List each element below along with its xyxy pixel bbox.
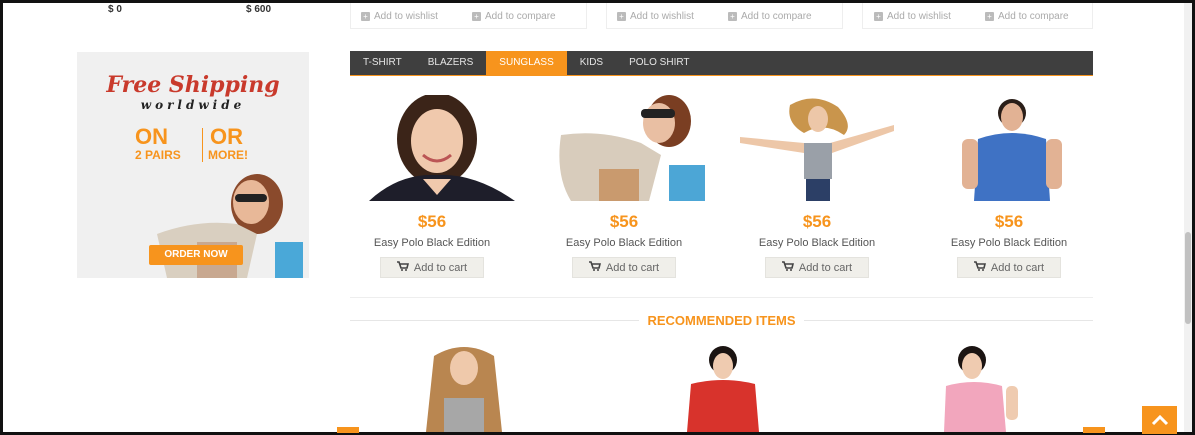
ad-offer-left-big: ON — [135, 124, 168, 149]
add-to-cart-label: Add to cart — [798, 261, 853, 274]
shopping-cart-icon — [396, 261, 409, 274]
product-price: $56 — [994, 212, 1024, 231]
product-card: $56 Easy Polo Black Edition Add to cart — [349, 95, 515, 278]
product-price: $56 — [417, 212, 447, 231]
price-range-max: $ 600 — [246, 4, 272, 15]
tab-t-shirt[interactable]: T-SHIRT — [350, 51, 415, 75]
add-to-wishlist-link[interactable]: + Add to wishlist — [361, 11, 438, 22]
shopping-cart-icon — [781, 261, 794, 274]
plus-square-icon: + — [874, 12, 883, 21]
compare-label: Add to compare — [485, 11, 556, 22]
ad-offer-left-small: 2 PAIRS — [135, 148, 181, 162]
add-to-cart-button[interactable]: Add to cart — [765, 257, 869, 278]
recommended-item-image[interactable] — [404, 346, 524, 432]
tab-kids[interactable]: KIDS — [567, 51, 616, 75]
wishlist-label: Add to wishlist — [887, 11, 951, 22]
product-image[interactable] — [926, 95, 1092, 201]
product-image[interactable] — [349, 95, 515, 201]
product-name[interactable]: Easy Polo Black Edition — [349, 237, 515, 249]
add-to-cart-label: Add to cart — [413, 261, 468, 274]
product-image[interactable] — [541, 95, 707, 201]
recommended-item-image[interactable] — [922, 346, 1042, 432]
product-name[interactable]: Easy Polo Black Edition — [926, 237, 1092, 249]
shopping-cart-icon — [588, 261, 601, 274]
product-price: $56 — [609, 212, 639, 231]
section-divider — [350, 297, 1093, 298]
compare-label: Add to compare — [741, 11, 812, 22]
chevron-up-icon — [1151, 414, 1168, 426]
tab-sunglass[interactable]: SUNGLASS — [486, 51, 567, 75]
plus-square-icon: + — [472, 12, 481, 21]
recommended-items-title: RECOMMENDED ITEMS — [639, 313, 804, 328]
ad-offer-right-big: OR — [210, 124, 243, 149]
product-price: $56 — [802, 212, 832, 231]
wishlist-label: Add to wishlist — [374, 11, 438, 22]
product-name[interactable]: Easy Polo Black Edition — [541, 237, 707, 249]
shopping-cart-icon — [973, 261, 986, 274]
add-to-cart-button[interactable]: Add to cart — [957, 257, 1061, 278]
plus-square-icon: + — [361, 12, 370, 21]
tab-blazers[interactable]: BLAZERS — [415, 51, 487, 75]
price-range-min: $ 0 — [108, 4, 122, 15]
category-tab-bar: T-SHIRT BLAZERS SUNGLASS KIDS POLO SHIRT — [350, 51, 1093, 76]
carousel-prev-button[interactable] — [337, 427, 359, 433]
ad-offer-right-small: MORE! — [208, 148, 248, 162]
carousel-next-button[interactable] — [1083, 427, 1105, 433]
product-card: $56 Easy Polo Black Edition Add to cart — [926, 95, 1092, 278]
add-to-cart-button[interactable]: Add to cart — [380, 257, 484, 278]
ad-offer-divider — [202, 128, 203, 162]
add-to-compare-link[interactable]: + Add to compare — [985, 11, 1069, 22]
wishlist-label: Add to wishlist — [630, 11, 694, 22]
add-to-compare-link[interactable]: + Add to compare — [472, 11, 556, 22]
window-frame-left — [0, 0, 3, 435]
order-now-button[interactable]: ORDER NOW — [149, 245, 243, 265]
page-scrollbar[interactable] — [1184, 3, 1192, 432]
compare-label: Add to compare — [998, 11, 1069, 22]
recommended-item-image[interactable] — [663, 346, 783, 432]
add-to-cart-button[interactable]: Add to cart — [572, 257, 676, 278]
add-to-cart-label: Add to cart — [990, 261, 1045, 274]
scroll-to-top-button[interactable] — [1142, 406, 1177, 434]
product-image[interactable] — [734, 95, 900, 201]
ad-subtitle: worldwide — [140, 98, 246, 112]
product-card: $56 Easy Polo Black Edition Add to cart — [734, 95, 900, 278]
product-name[interactable]: Easy Polo Black Edition — [734, 237, 900, 249]
add-to-wishlist-link[interactable]: + Add to wishlist — [874, 11, 951, 22]
plus-square-icon: + — [728, 12, 737, 21]
ad-title: Free Shipping — [106, 72, 280, 98]
add-to-cart-label: Add to cart — [605, 261, 660, 274]
add-to-wishlist-link[interactable]: + Add to wishlist — [617, 11, 694, 22]
recommended-items-heading: RECOMMENDED ITEMS — [350, 313, 1093, 328]
plus-square-icon: + — [617, 12, 626, 21]
add-to-compare-link[interactable]: + Add to compare — [728, 11, 812, 22]
page-scrollbar-thumb[interactable] — [1185, 232, 1191, 324]
plus-square-icon: + — [985, 12, 994, 21]
tab-polo-shirt[interactable]: POLO SHIRT — [616, 51, 702, 75]
free-shipping-ad-banner[interactable]: Free Shipping worldwide ON OR 2 PAIRS MO… — [77, 52, 309, 278]
product-card: $56 Easy Polo Black Edition Add to cart — [541, 95, 707, 278]
